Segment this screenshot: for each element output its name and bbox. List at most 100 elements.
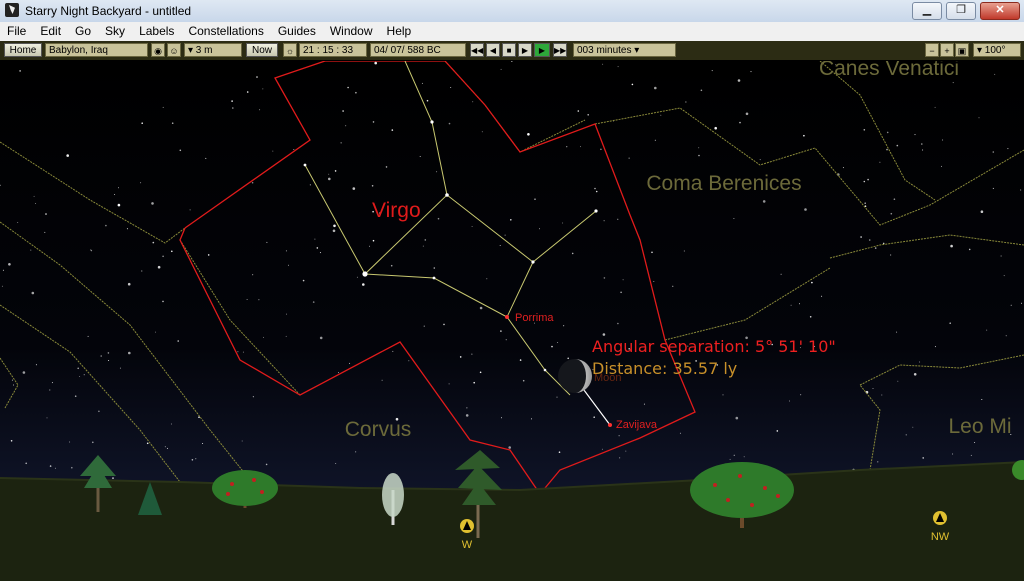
close-button[interactable]: ✕: [980, 2, 1020, 20]
date-field[interactable]: 04/ 07/ 588 BC: [370, 43, 466, 57]
background-star: [422, 245, 424, 247]
time-field[interactable]: 21 : 15 : 33: [299, 43, 367, 57]
sky-canvas[interactable]: Porrima Zavijava Moon Virgo Canes Venati…: [0, 61, 1024, 581]
background-star: [22, 371, 26, 374]
background-star: [332, 229, 336, 233]
menu-file[interactable]: File: [0, 22, 33, 41]
window-controls: ▁ ❐ ✕: [912, 2, 1020, 20]
background-star: [981, 399, 983, 400]
background-star: [809, 316, 812, 318]
menu-constellations[interactable]: Constellations: [181, 22, 270, 41]
background-star: [619, 457, 621, 459]
background-star: [319, 252, 321, 254]
zoom-out-icon[interactable]: −: [925, 43, 939, 57]
background-star: [942, 139, 944, 141]
elevation-field[interactable]: ▾ 3 m: [184, 43, 242, 57]
zavijava-star[interactable]: [608, 423, 612, 427]
background-star: [49, 389, 51, 391]
background-star: [436, 171, 438, 173]
background-star: [729, 458, 731, 460]
background-star: [660, 114, 662, 116]
menu-guides[interactable]: Guides: [271, 22, 323, 41]
fov-field[interactable]: ▾ 100°: [973, 43, 1021, 57]
zoom-fit-icon[interactable]: ▣: [955, 43, 969, 57]
porrima-label: Porrima: [515, 312, 554, 324]
moon[interactable]: [558, 359, 592, 393]
background-star: [952, 453, 954, 455]
fast-forward-button[interactable]: ▶▶: [553, 43, 567, 57]
rewind-fast-button[interactable]: ◀◀: [470, 43, 484, 57]
background-star: [472, 101, 474, 103]
background-star: [881, 394, 883, 396]
menu-window[interactable]: Window: [323, 22, 380, 41]
background-star: [595, 190, 598, 193]
background-star: [531, 418, 532, 420]
background-star: [92, 441, 94, 444]
background-star: [372, 239, 375, 242]
menu-sky[interactable]: Sky: [98, 22, 132, 41]
background-star: [71, 466, 73, 469]
background-star: [919, 361, 921, 363]
stop-button[interactable]: ■: [502, 43, 516, 57]
background-star: [750, 71, 752, 73]
background-star: [328, 173, 330, 175]
background-star: [349, 362, 351, 364]
background-star: [860, 236, 862, 238]
background-star: [333, 224, 336, 228]
now-button[interactable]: Now: [246, 43, 278, 57]
background-star: [922, 149, 924, 151]
background-star: [863, 129, 866, 131]
background-star: [653, 281, 655, 282]
background-star: [146, 442, 149, 445]
person-icon[interactable]: ☺: [167, 43, 181, 57]
background-star: [602, 63, 604, 65]
time-step-dropdown[interactable]: 003 minutes ▾: [573, 43, 676, 57]
background-star: [202, 443, 204, 444]
play-button[interactable]: ▶: [534, 43, 550, 57]
background-star: [994, 73, 996, 75]
background-star: [141, 122, 143, 124]
background-star: [152, 241, 155, 244]
background-star: [162, 300, 164, 303]
zoom-in-icon[interactable]: +: [940, 43, 954, 57]
background-star: [128, 351, 131, 355]
binoculars-icon[interactable]: ◉: [151, 43, 165, 57]
background-star: [510, 219, 512, 221]
menu-labels[interactable]: Labels: [132, 22, 181, 41]
location-field[interactable]: Babylon, Iraq: [45, 43, 148, 57]
background-star: [473, 381, 476, 384]
step-forward-button[interactable]: ▶: [518, 43, 532, 57]
background-star: [1005, 335, 1007, 337]
background-star: [1010, 304, 1012, 306]
maximize-button[interactable]: ❐: [946, 2, 976, 20]
home-button[interactable]: Home: [4, 43, 42, 57]
porrima-star[interactable]: [505, 315, 509, 319]
background-star: [776, 430, 779, 432]
background-star: [316, 247, 319, 249]
background-star: [195, 458, 197, 460]
background-star: [600, 148, 602, 151]
background-star: [743, 456, 745, 458]
sky-view[interactable]: Porrima Zavijava Moon Virgo Canes Venati…: [0, 61, 1024, 581]
background-star: [69, 441, 71, 443]
menu-help[interactable]: Help: [380, 22, 419, 41]
background-star: [479, 371, 482, 374]
background-star: [91, 250, 93, 252]
background-star: [500, 68, 502, 70]
minimize-button[interactable]: ▁: [912, 2, 942, 20]
background-star: [98, 410, 100, 413]
background-star: [155, 331, 156, 333]
background-star: [921, 143, 923, 145]
background-star: [372, 121, 375, 123]
title-bar: Starry Night Backyard - untitled ▁ ❐ ✕: [0, 0, 1024, 23]
menu-go[interactable]: Go: [68, 22, 98, 41]
background-star: [465, 414, 469, 417]
background-star: [241, 440, 243, 442]
background-star: [108, 360, 110, 361]
background-star: [13, 384, 14, 386]
background-star: [643, 403, 645, 405]
background-star: [19, 70, 21, 72]
menu-edit[interactable]: Edit: [33, 22, 68, 41]
rewind-button[interactable]: ◀: [486, 43, 500, 57]
sun-icon: ☼: [283, 43, 297, 57]
